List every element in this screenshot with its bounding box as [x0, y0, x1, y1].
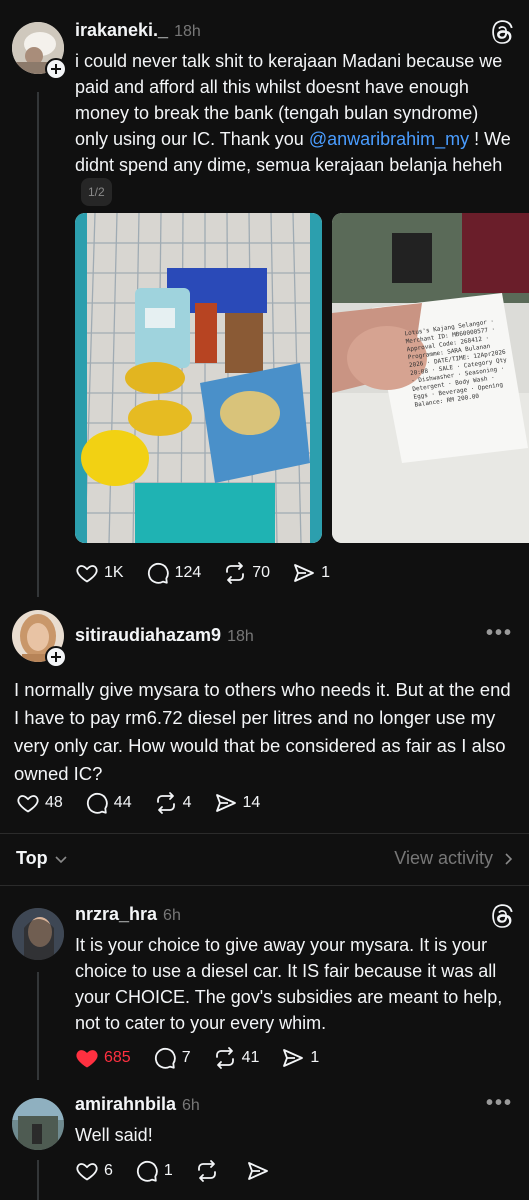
post-image-receipt[interactable]: Lotus's Kajang Selangor · Merchant ID: M…	[332, 213, 529, 543]
like-button[interactable]: 6	[75, 1159, 113, 1183]
heart-icon	[17, 795, 39, 813]
share-count: 1	[310, 1049, 320, 1066]
post-text: It is your choice to give away your mysa…	[75, 935, 503, 1033]
username[interactable]: irakaneki._	[75, 20, 168, 40]
receipt-text: Lotus's Kajang Selangor · Merchant ID: M…	[404, 317, 508, 409]
share-button[interactable]: 1	[281, 1046, 319, 1070]
post-text: Well said!	[75, 1125, 153, 1145]
reply-button[interactable]: 124	[146, 561, 202, 585]
post-actions: 1K 124 70 1	[75, 561, 352, 585]
repost-count: 41	[241, 1049, 260, 1066]
heart-icon	[76, 1163, 98, 1181]
username[interactable]: amirahnbila	[75, 1094, 176, 1114]
reply-button[interactable]: 1	[135, 1159, 173, 1183]
thread-line	[37, 1160, 39, 1200]
divider	[0, 833, 529, 834]
post-header: amirahnbila 6h	[75, 1094, 200, 1115]
repost-icon	[215, 1047, 234, 1069]
share-button[interactable]: 1	[292, 561, 330, 585]
like-count: 48	[45, 794, 63, 811]
username[interactable]: sitiraudiahazam9	[75, 625, 221, 645]
repost-count: 4	[182, 794, 192, 811]
image-pager-badge: 1/2	[81, 178, 112, 207]
follow-plus-icon[interactable]	[45, 58, 67, 80]
divider	[0, 885, 529, 886]
share-count: 1	[321, 564, 330, 581]
thread-line	[37, 92, 39, 597]
share-count: 14	[242, 794, 261, 811]
avatar-image	[12, 908, 64, 960]
avatar[interactable]	[12, 908, 64, 960]
like-count: 1K	[104, 564, 124, 581]
comment-icon	[147, 562, 169, 584]
post-actions: 685 7 41 1	[75, 1046, 341, 1070]
like-button[interactable]: 685	[75, 1046, 131, 1070]
like-button[interactable]: 48	[16, 791, 63, 815]
post-text: i could never talk shit to kerajaan Mada…	[75, 48, 515, 207]
heart-icon	[76, 565, 98, 583]
repost-icon	[226, 562, 245, 584]
view-activity-label: View activity	[394, 848, 493, 868]
threads-logo-icon	[491, 20, 515, 49]
follow-plus-icon[interactable]	[45, 646, 67, 668]
share-icon	[283, 1049, 304, 1067]
sort-label: Top	[16, 848, 48, 868]
repost-button[interactable]: 70	[223, 561, 270, 585]
post-image-cart[interactable]	[75, 213, 322, 543]
post-header: nrzra_hra 6h	[75, 904, 181, 925]
repost-button[interactable]: 4	[154, 791, 192, 815]
reply-button[interactable]: 7	[153, 1046, 191, 1070]
reply-count: 7	[181, 1049, 191, 1066]
heart-filled-icon	[76, 1050, 98, 1068]
timestamp: 6h	[163, 907, 181, 924]
view-activity-link[interactable]: View activity	[394, 848, 515, 869]
like-count: 6	[104, 1162, 113, 1179]
reply-count: 124	[174, 564, 202, 581]
comment-icon	[154, 1047, 176, 1069]
share-icon	[215, 794, 236, 812]
comment-icon	[136, 1160, 158, 1182]
reply-count: 44	[113, 794, 132, 811]
username[interactable]: nrzra_hra	[75, 904, 157, 924]
timestamp: 18h	[227, 628, 254, 645]
reply-count: 1	[163, 1162, 173, 1179]
reply-button[interactable]: 44	[85, 791, 132, 815]
repost-icon	[197, 1160, 216, 1182]
comment-icon	[86, 792, 108, 814]
post-actions: 6 1	[75, 1159, 297, 1183]
share-button[interactable]: 14	[214, 791, 261, 815]
sort-dropdown[interactable]: Top	[16, 848, 68, 869]
repost-button[interactable]	[195, 1159, 224, 1183]
threads-logo-icon	[491, 904, 515, 933]
more-icon[interactable]: •••	[486, 622, 513, 645]
chevron-down-icon	[55, 855, 67, 863]
share-button[interactable]	[246, 1159, 275, 1183]
post-header: sitiraudiahazam9 18h	[75, 625, 254, 646]
repost-icon	[156, 792, 175, 814]
avatar-image	[12, 1098, 64, 1150]
avatar[interactable]	[12, 1098, 64, 1150]
mention-link[interactable]: @anwaribrahim_my	[309, 129, 469, 149]
chevron-right-icon	[505, 852, 513, 865]
more-icon[interactable]: •••	[486, 1092, 513, 1115]
post-text: I normally give mysara to others who nee…	[14, 679, 511, 784]
timestamp: 6h	[182, 1097, 200, 1114]
post-actions: 48 44 4 14	[16, 791, 282, 815]
share-icon	[294, 564, 314, 582]
like-button[interactable]: 1K	[75, 561, 124, 585]
timestamp: 18h	[174, 23, 201, 40]
repost-count: 70	[252, 564, 271, 581]
thread-line	[37, 972, 39, 1080]
repost-button[interactable]: 41	[213, 1046, 260, 1070]
like-count: 685	[104, 1049, 131, 1066]
share-icon	[247, 1162, 268, 1180]
post-header: irakaneki._ 18h	[75, 20, 201, 41]
